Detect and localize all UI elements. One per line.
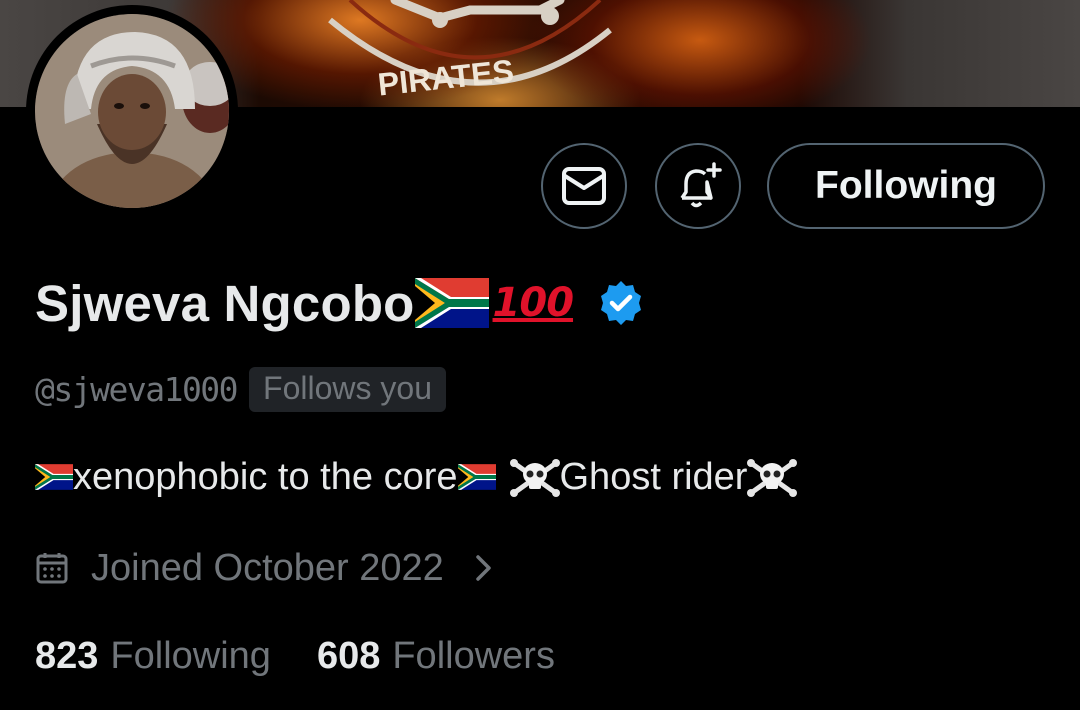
skull-crossbones-icon (747, 459, 798, 497)
bio-text-1: xenophobic to the core (73, 455, 458, 498)
follows-you-badge: Follows you (249, 366, 446, 412)
bio: xenophobic to the core Ghost rider (35, 452, 798, 502)
followers-stat[interactable]: 608 Followers (317, 635, 555, 678)
banner-text: PIRATES (376, 52, 515, 102)
notify-button[interactable] (655, 143, 741, 229)
avatar-photo (35, 14, 229, 208)
following-button[interactable]: Following (767, 143, 1045, 229)
calendar-icon (35, 551, 69, 585)
joined-row[interactable]: Joined October 2022 (35, 542, 494, 594)
following-count: 823 (35, 634, 99, 677)
south-africa-flag-icon (457, 464, 496, 490)
verified-badge-icon[interactable] (597, 279, 645, 327)
following-label: Following (110, 634, 271, 677)
joined-date: Joined October 2022 (91, 546, 444, 589)
handle-row: @sjweva1000 Follows you (35, 365, 446, 413)
handle: @sjweva1000 (35, 369, 239, 409)
message-button[interactable] (541, 143, 627, 229)
stats-row: 823 Following 608 Followers (35, 630, 555, 682)
following-stat[interactable]: 823 Following (35, 635, 271, 678)
south-africa-flag-icon (35, 464, 73, 490)
followers-count: 608 (316, 634, 381, 677)
mail-icon (562, 167, 606, 205)
chevron-right-icon (474, 553, 494, 583)
followers-label: Followers (392, 634, 555, 677)
bell-plus-icon (680, 162, 722, 208)
display-name: Sjweva Ngcobo (35, 274, 415, 332)
name-row: Sjweva Ngcobo 100 (35, 268, 645, 338)
bio-text-2: Ghost rider (559, 455, 748, 498)
south-africa-flag-icon (414, 278, 489, 328)
hundred-emoji: 100 (492, 280, 574, 326)
avatar[interactable] (26, 5, 238, 217)
skull-crossbones-icon (509, 459, 560, 497)
